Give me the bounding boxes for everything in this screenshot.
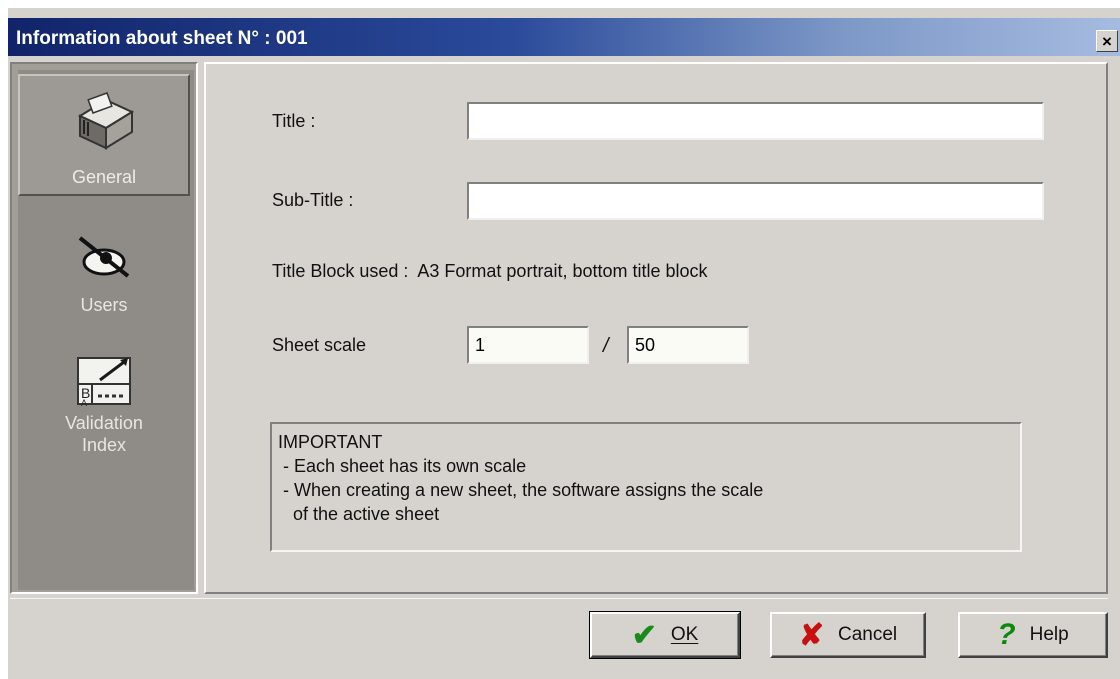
title-block-info: Title Block used : A3 Format portrait, b… <box>272 261 708 281</box>
close-button[interactable]: × <box>1096 30 1118 52</box>
scale-denominator-input[interactable] <box>627 326 749 364</box>
scale-numerator-input[interactable] <box>467 326 589 364</box>
sidebar-item-label: Index <box>81 435 127 455</box>
sidebar-item-general[interactable]: General <box>18 74 190 196</box>
subtitle-label: Sub-Title : <box>272 190 354 210</box>
ok-label: OK <box>670 624 699 645</box>
scale-separator: / <box>603 335 609 357</box>
ok-button[interactable]: ✔ OK <box>589 611 741 659</box>
sidebar-item-label: General <box>71 167 137 187</box>
window-title: Information about sheet N° : 001 <box>16 28 308 49</box>
title-input[interactable] <box>467 102 1044 140</box>
subtitle-input[interactable] <box>467 182 1044 220</box>
notice-line: - Each sheet has its own scale <box>278 456 527 476</box>
title-label: Title : <box>272 111 316 131</box>
svg-text:A: A <box>81 398 87 408</box>
notice-line: - When creating a new sheet, the softwar… <box>278 480 764 500</box>
sidebar-item-validation-index[interactable]: B A Validation Index <box>18 350 190 480</box>
notice-heading: IMPORTANT <box>278 432 383 452</box>
cancel-button[interactable]: ✘ Cancel <box>770 612 926 658</box>
title-bar[interactable]: Information about sheet N° : 001 × <box>8 18 1120 56</box>
important-notice: IMPORTANT - Each sheet has its own scale… <box>270 422 1022 552</box>
notice-line: of the active sheet <box>278 504 440 524</box>
sheet-scale-label: Sheet scale <box>272 335 367 355</box>
footer-divider <box>10 598 1108 599</box>
cross-icon: ✘ <box>798 618 824 652</box>
validation-index-icon: B A <box>77 357 131 408</box>
sidebar-item-users[interactable]: Users <box>18 208 190 318</box>
sidebar-item-label: Users <box>80 295 128 315</box>
users-icon <box>78 236 130 278</box>
help-button[interactable]: ? Help <box>958 612 1108 658</box>
folder-icon <box>77 92 135 150</box>
help-label: Help <box>1029 624 1069 645</box>
sidebar-item-label: Validation <box>65 413 143 433</box>
cancel-label: Cancel <box>837 624 898 645</box>
question-mark-icon: ? <box>997 618 1016 651</box>
checkmark-icon: ✔ <box>631 618 657 652</box>
sidebar: General Users B A Validation Index <box>18 70 194 590</box>
